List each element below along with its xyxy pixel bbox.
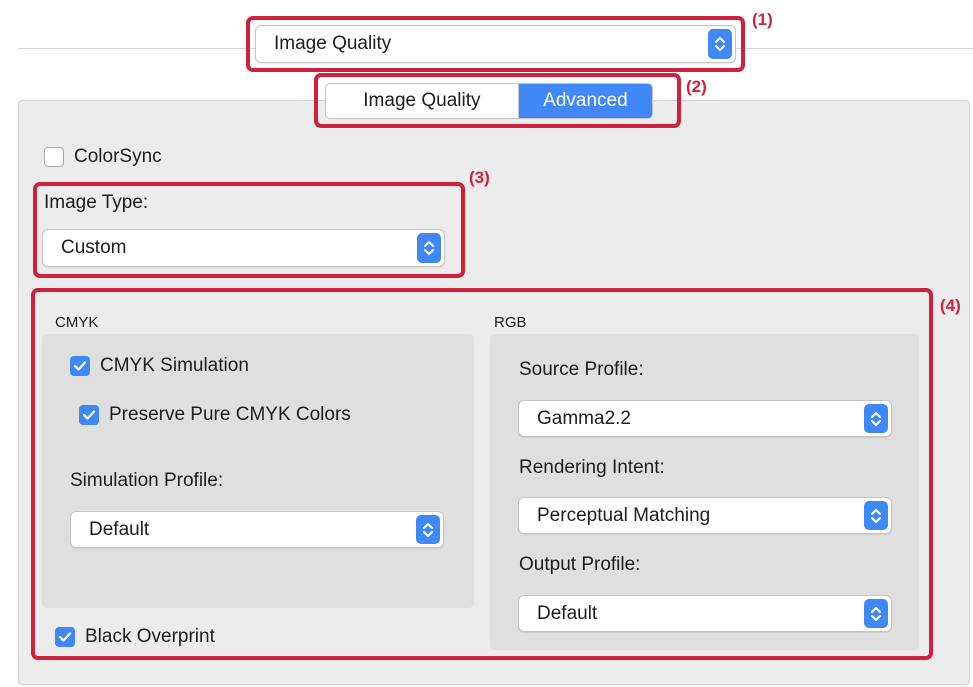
- source-profile-select[interactable]: Gamma2.2: [518, 400, 892, 437]
- tab-control: Image Quality Advanced: [325, 83, 653, 119]
- cmyk-section-title: CMYK: [55, 314, 99, 331]
- annotation-label-2: (2): [686, 77, 707, 96]
- annotation-label-4: (4): [940, 296, 961, 315]
- rendering-intent-select[interactable]: Perceptual Matching: [518, 497, 892, 534]
- tab-advanced[interactable]: Advanced: [518, 84, 652, 118]
- annotation-label-3: (3): [469, 168, 490, 187]
- output-profile-value: Default: [537, 602, 598, 624]
- simulation-profile-label: Simulation Profile:: [70, 470, 224, 491]
- up-down-chevron-icon: [864, 501, 888, 530]
- image-type-label: Image Type:: [44, 192, 149, 213]
- black-overprint-label: Black Overprint: [85, 626, 215, 647]
- colorsync-label: ColorSync: [74, 146, 162, 167]
- output-profile-label: Output Profile:: [519, 554, 641, 575]
- rendering-intent-label: Rendering Intent:: [519, 457, 665, 478]
- black-overprint-checkbox[interactable]: Black Overprint: [55, 626, 215, 648]
- simulation-profile-value: Default: [89, 518, 150, 540]
- output-profile-select[interactable]: Default: [518, 595, 892, 632]
- preset-select[interactable]: Image Quality: [255, 25, 736, 63]
- preserve-cmyk-checkbox[interactable]: Preserve Pure CMYK Colors: [79, 404, 351, 426]
- preset-select-value: Image Quality: [274, 33, 392, 54]
- checkmark-icon: [70, 356, 90, 376]
- rendering-intent-value: Perceptual Matching: [537, 504, 711, 526]
- source-profile-value: Gamma2.2: [537, 407, 631, 429]
- rgb-section-title: RGB: [494, 314, 527, 331]
- source-profile-label: Source Profile:: [519, 359, 644, 380]
- checkbox-unchecked-icon: [44, 147, 64, 167]
- tab-image-quality[interactable]: Image Quality: [326, 84, 519, 118]
- up-down-chevron-icon: [708, 29, 732, 59]
- checkmark-icon: [79, 405, 99, 425]
- checkmark-icon: [55, 627, 75, 647]
- annotation-label-1: (1): [752, 10, 773, 29]
- simulation-profile-select[interactable]: Default: [70, 511, 444, 548]
- up-down-chevron-icon: [864, 404, 888, 433]
- preserve-cmyk-label: Preserve Pure CMYK Colors: [109, 404, 351, 425]
- up-down-chevron-icon: [417, 233, 441, 263]
- image-type-select[interactable]: Custom: [42, 229, 445, 267]
- up-down-chevron-icon: [864, 599, 888, 628]
- colorsync-checkbox[interactable]: ColorSync: [44, 146, 162, 168]
- image-type-value: Custom: [61, 237, 127, 258]
- cmyk-simulation-label: CMYK Simulation: [100, 355, 249, 376]
- cmyk-simulation-checkbox[interactable]: CMYK Simulation: [70, 355, 249, 377]
- up-down-chevron-icon: [416, 515, 440, 544]
